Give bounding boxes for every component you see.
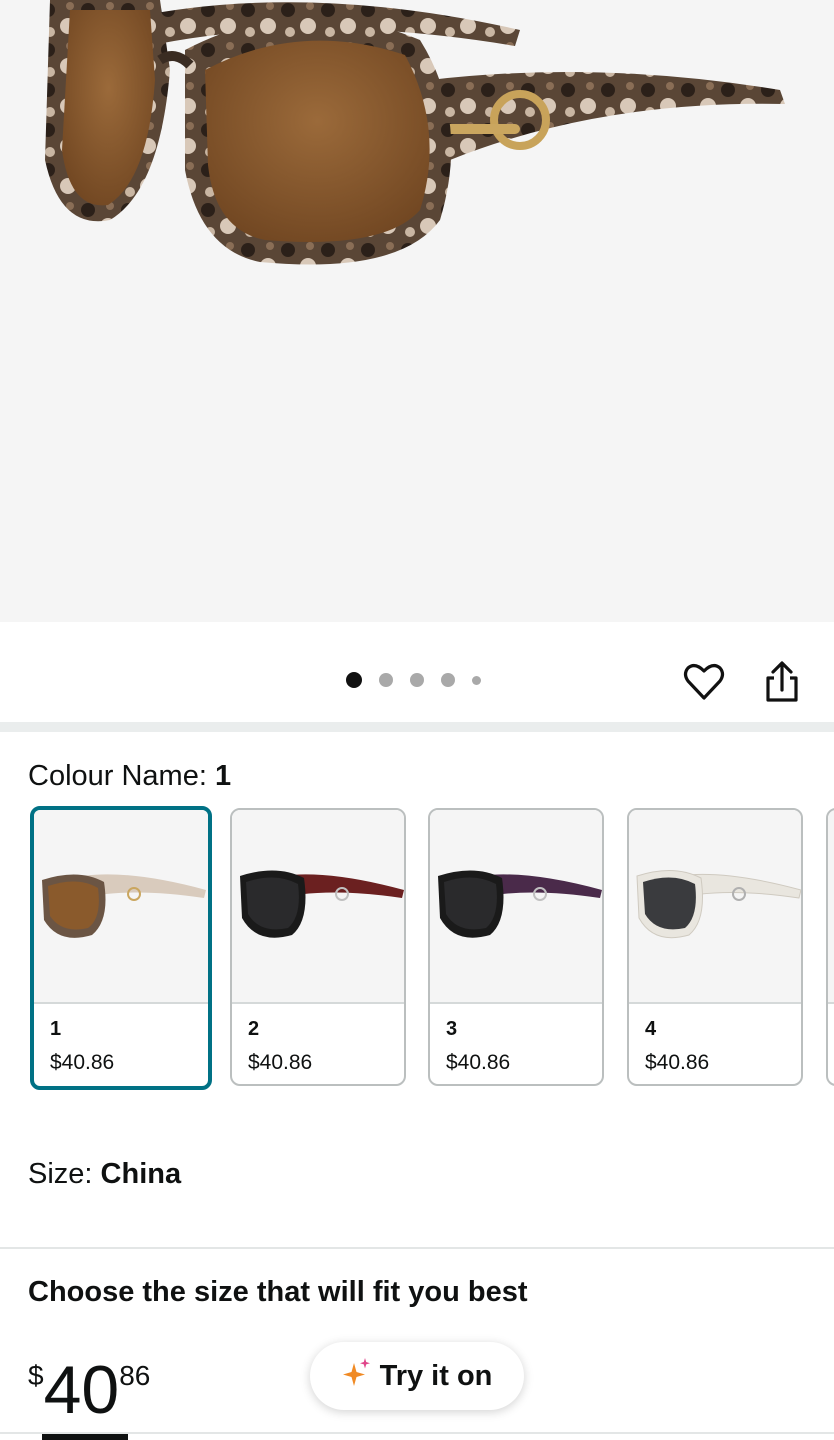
price-whole: 40 (43, 1352, 120, 1428)
heart-icon[interactable] (682, 660, 726, 704)
image-pager[interactable] (346, 672, 481, 688)
try-it-on-label: Try it on (379, 1359, 493, 1392)
swatch-number: 4 (645, 1018, 657, 1040)
share-icon[interactable] (760, 660, 804, 704)
colour-swatch[interactable]: 2 $40.86 (230, 808, 406, 1086)
pager-dot[interactable] (472, 675, 481, 685)
swatch-price: $40.86 (446, 1051, 511, 1074)
pager-dot[interactable] (441, 673, 455, 687)
size-label-text: Size: (28, 1158, 93, 1190)
swatch-thumbnail (430, 810, 602, 1004)
size-label: Size: China (28, 1158, 181, 1191)
pager-dot[interactable] (410, 673, 424, 687)
sparkle-icon (342, 1357, 372, 1395)
colour-swatch-partial[interactable] (826, 808, 834, 1086)
sunglasses-illustration (45, 0, 785, 265)
bottom-divider (0, 1432, 834, 1434)
product-image[interactable] (0, 0, 834, 622)
price-underline (42, 1434, 128, 1440)
price-display: $ 40 86 (28, 1356, 150, 1424)
swatch-number: 2 (248, 1018, 260, 1040)
swatch-price: $40.86 (248, 1051, 313, 1074)
section-divider (0, 722, 834, 732)
swatch-price: $40.86 (645, 1051, 710, 1074)
colour-swatch-list[interactable]: 1 $40.86 2 $40.86 3 $40.86 4 $40.86 (30, 806, 834, 1096)
swatch-number: 3 (446, 1018, 458, 1040)
price-currency: $ (28, 1360, 44, 1391)
swatch-thumbnail (828, 810, 834, 1004)
colour-name-label: Colour Name: 1 (28, 760, 231, 793)
price-fraction: 86 (119, 1360, 151, 1391)
size-value: China (100, 1158, 182, 1190)
pager-dot[interactable] (346, 672, 362, 688)
swatch-thumbnail (34, 810, 208, 1004)
swatch-price: $40.86 (50, 1051, 115, 1074)
swatch-thumbnail (629, 810, 801, 1004)
colour-label-text: Colour Name: (28, 760, 207, 792)
try-it-on-button[interactable]: Try it on (310, 1342, 524, 1410)
swatch-thumbnail (232, 810, 404, 1004)
swatch-number: 1 (50, 1018, 62, 1040)
pager-dot[interactable] (379, 673, 393, 687)
colour-swatch[interactable]: 4 $40.86 (627, 808, 803, 1086)
section-divider (0, 1247, 834, 1249)
colour-selected-value: 1 (214, 760, 232, 792)
colour-swatch[interactable]: 1 $40.86 (30, 806, 212, 1090)
colour-swatch[interactable]: 3 $40.86 (428, 808, 604, 1086)
size-fit-heading: Choose the size that will fit you best (28, 1276, 528, 1308)
